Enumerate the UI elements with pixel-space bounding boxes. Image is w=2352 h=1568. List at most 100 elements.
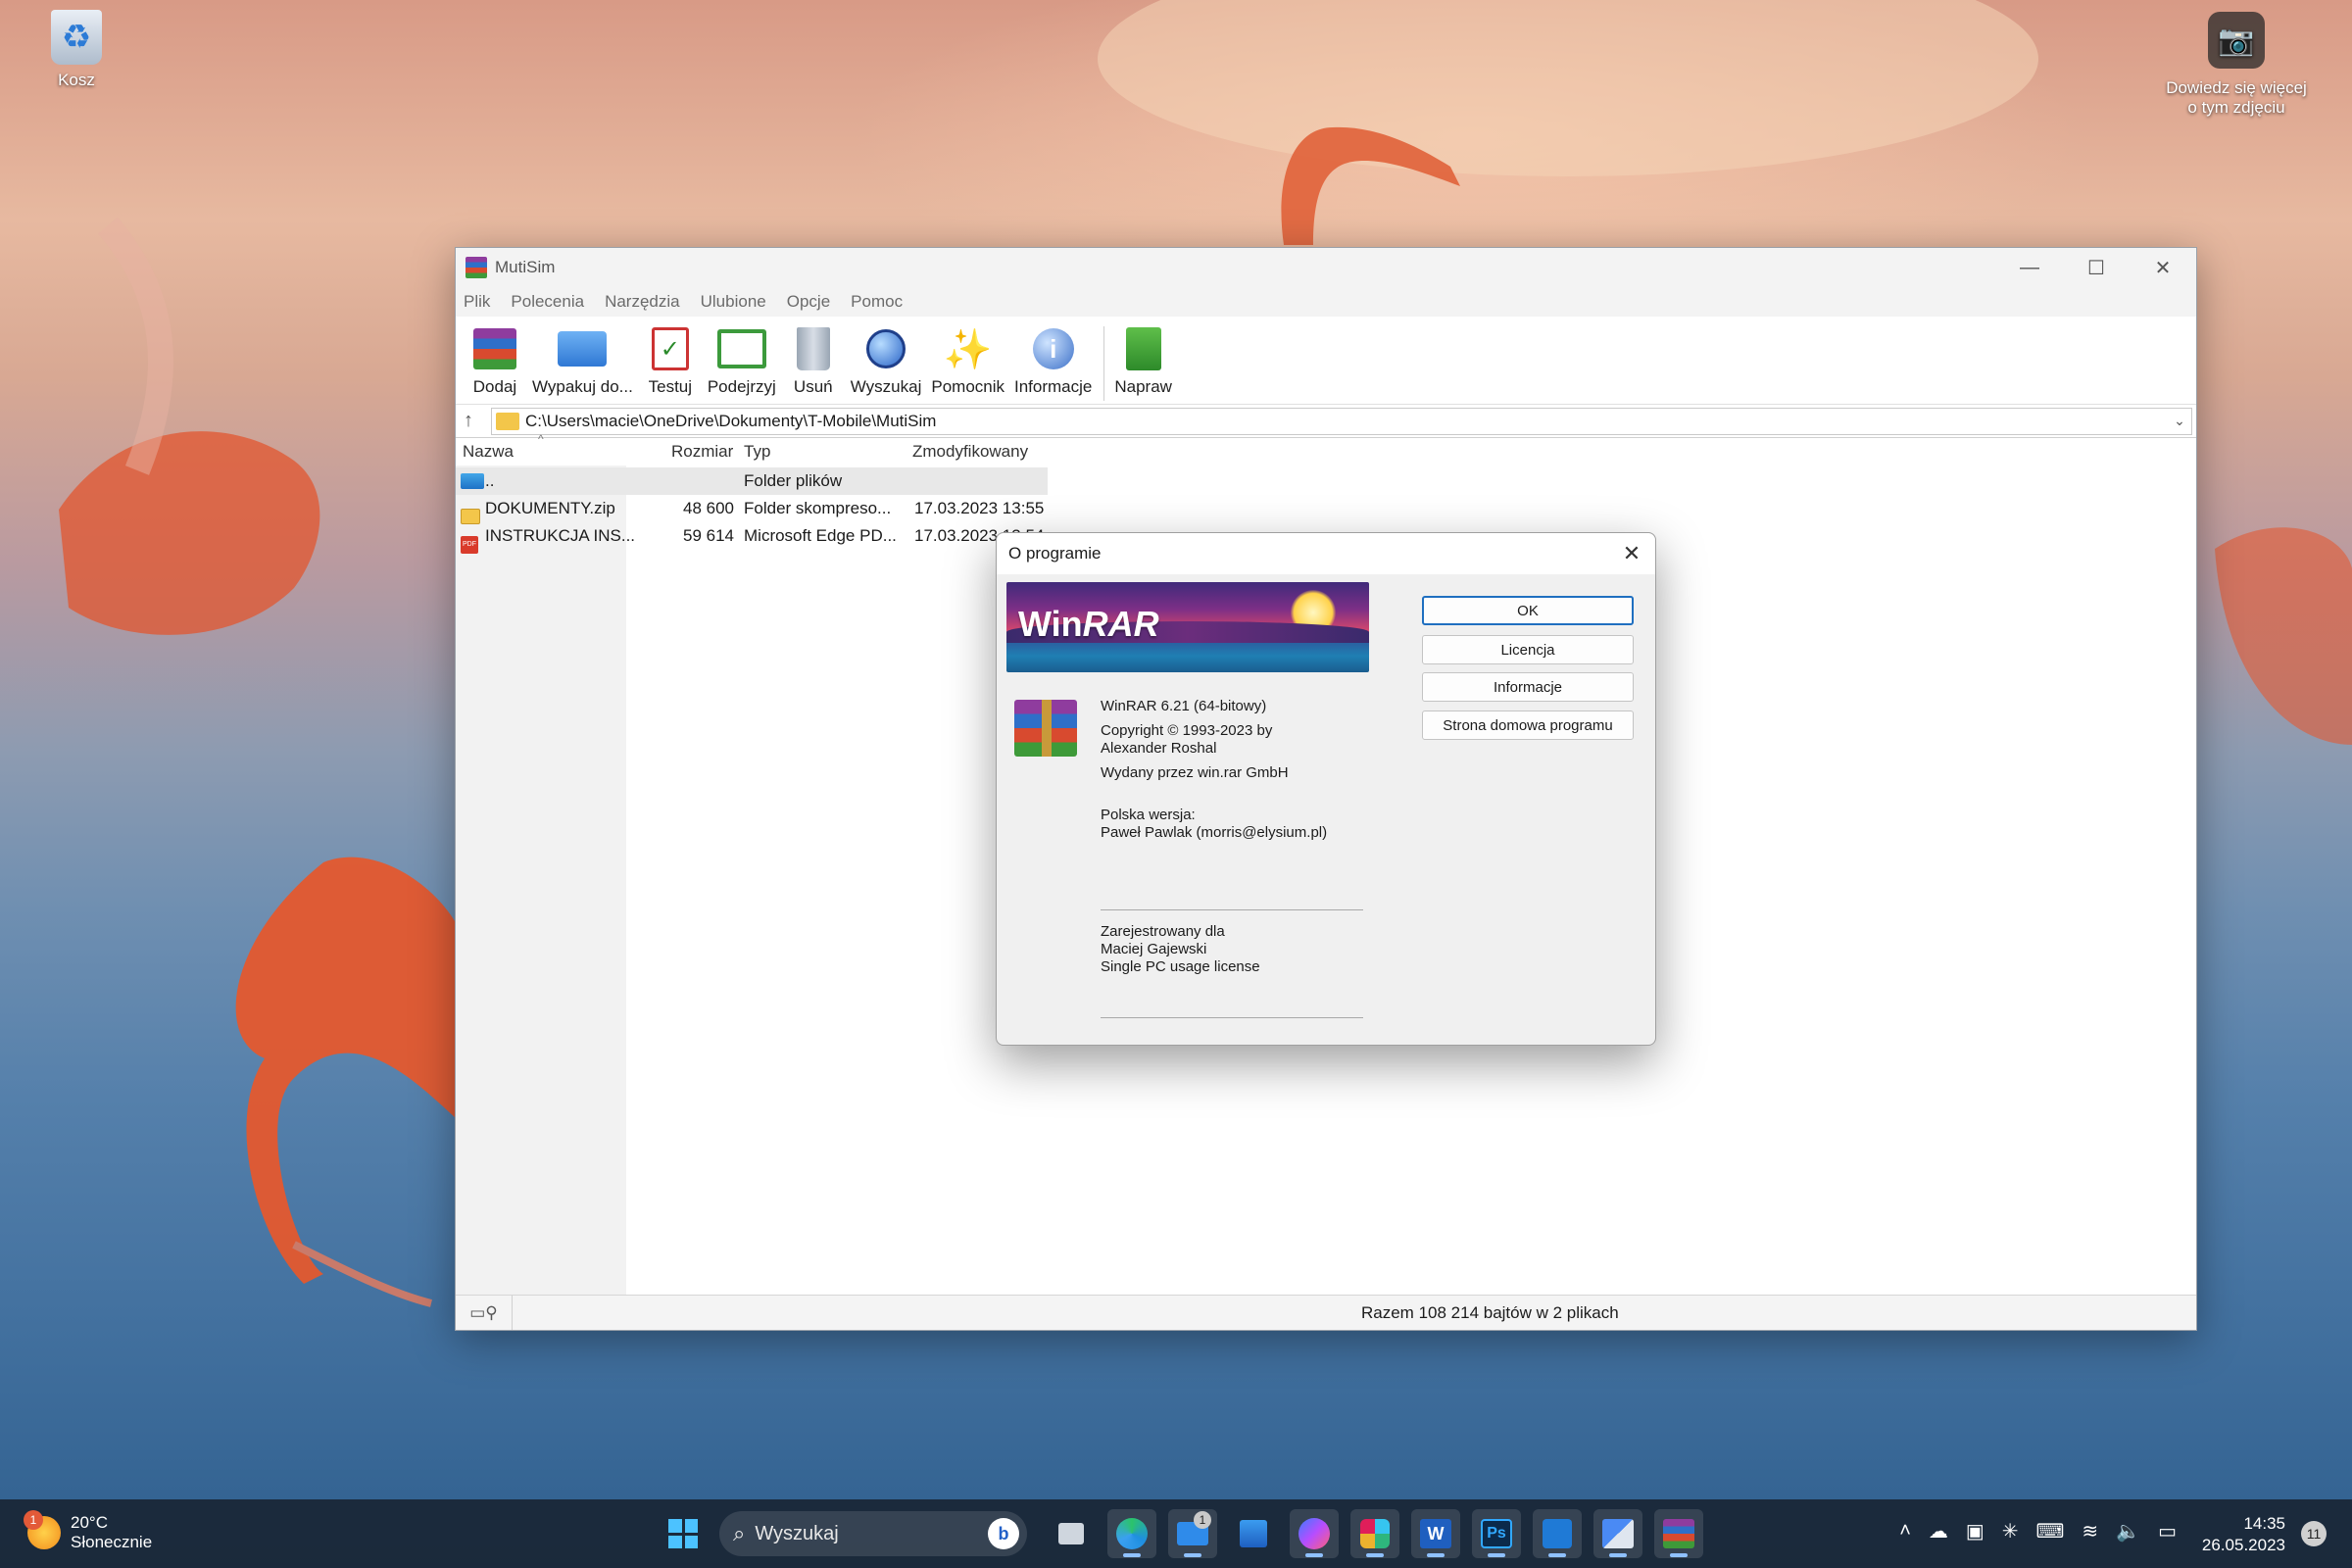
drive-icon[interactable]: ▭⚲ xyxy=(456,1296,513,1330)
polish-translator: Paweł Pawlak (morris@elysium.pl) xyxy=(1101,824,1328,841)
polish-version-label: Polska wersja: xyxy=(1101,807,1196,823)
homepage-button[interactable]: Strona domowa programu xyxy=(1422,710,1634,740)
info-button[interactable]: Informacje xyxy=(1422,672,1634,702)
trello-icon[interactable] xyxy=(1533,1509,1582,1558)
messenger-icon[interactable] xyxy=(1290,1509,1339,1558)
learn-more-line1: Dowiedz się więcej xyxy=(2166,78,2307,97)
task-view-icon[interactable] xyxy=(1047,1509,1096,1558)
menu-polecenia[interactable]: Polecenia xyxy=(511,292,584,312)
copyright-text: Copyright © 1993-2023 by xyxy=(1101,722,1273,739)
translate-icon[interactable] xyxy=(1593,1509,1642,1558)
toolbar-extract-button[interactable]: Wypakuj do... xyxy=(532,322,633,397)
battery-icon[interactable]: ▭ xyxy=(2158,1519,2177,1544)
info-icon: i xyxy=(1026,322,1081,375)
file-type: Folder plików xyxy=(744,471,843,490)
up-arrow-icon[interactable]: ↑ xyxy=(464,410,491,432)
word-icon[interactable]: W xyxy=(1411,1509,1460,1558)
clock[interactable]: 14:35 26.05.2023 xyxy=(2202,1513,2285,1556)
license-button[interactable]: Licencja xyxy=(1422,635,1634,664)
keyboard-icon[interactable]: ⌨ xyxy=(2036,1519,2065,1544)
license-text: Single PC usage license xyxy=(1101,958,1260,975)
bing-icon: b xyxy=(988,1518,1019,1549)
file-modified: 17.03.2023 13:55 xyxy=(914,499,1045,517)
menu-opcje[interactable]: Opcje xyxy=(787,292,830,312)
logo-win: Win xyxy=(1018,604,1083,644)
slack-tray-icon[interactable]: ✳ xyxy=(2002,1519,2019,1544)
author-text: Alexander Roshal xyxy=(1101,740,1217,757)
toolbar-test-button[interactable]: ✓ Testuj xyxy=(643,322,698,397)
winrar-banner: WinRAR xyxy=(1006,582,1369,672)
add-archive-icon xyxy=(467,322,522,375)
menu-ulubione[interactable]: Ulubione xyxy=(701,292,766,312)
toolbar-view-button[interactable]: Podejrzyj xyxy=(708,322,776,397)
ok-button[interactable]: OK xyxy=(1422,596,1634,625)
address-path-text: C:\Users\macie\OneDrive\Dokumenty\T-Mobi… xyxy=(525,411,937,430)
volume-icon[interactable]: 🔈 xyxy=(2116,1519,2140,1544)
toolbar-wizard-label: Pomocnik xyxy=(931,377,1004,396)
weather-desc: Słonecznie xyxy=(71,1533,153,1551)
toolbar-find-button[interactable]: Wyszukaj xyxy=(851,322,921,397)
toolbar-repair-button[interactable]: Napraw xyxy=(1114,322,1172,397)
store-icon[interactable] xyxy=(1229,1509,1278,1558)
toolbar-test-label: Testuj xyxy=(648,377,693,396)
delete-icon xyxy=(786,322,841,375)
learn-more-line2: o tym zdjęciu xyxy=(2187,98,2285,117)
column-header-modified[interactable]: Zmodyfikowany xyxy=(912,442,1028,462)
toolbar-info-label: Informacje xyxy=(1014,377,1093,396)
start-button[interactable] xyxy=(659,1509,708,1558)
chevron-up-icon[interactable]: ˄ xyxy=(1899,1520,1911,1543)
close-button[interactable]: ✕ xyxy=(2130,248,2196,287)
onedrive-icon[interactable]: ☁ xyxy=(1929,1519,1948,1544)
winrar-books-icon xyxy=(1014,700,1077,757)
app-tray-icon[interactable]: ▣ xyxy=(1966,1519,1984,1544)
column-header-type[interactable]: Typ xyxy=(744,442,770,462)
maximize-button[interactable]: ☐ xyxy=(2063,248,2130,287)
toolbar-delete-label: Usuń xyxy=(793,377,833,396)
toolbar: Dodaj Wypakuj do... ✓ Testuj Podejrzyj U… xyxy=(456,317,2196,405)
toolbar-separator xyxy=(1103,326,1105,401)
photoshop-icon[interactable]: Ps xyxy=(1472,1509,1521,1558)
toolbar-repair-label: Napraw xyxy=(1114,377,1172,396)
toolbar-info-button[interactable]: i Informacje xyxy=(1014,322,1092,397)
winrar-app-icon xyxy=(466,257,487,278)
table-row[interactable]: .. Folder plików xyxy=(456,467,1048,495)
mail-icon[interactable]: 1 xyxy=(1168,1509,1217,1558)
learn-about-picture[interactable]: 📷 Dowiedz się więcej o tym zdjęciu xyxy=(2138,12,2334,118)
menu-narzedzia[interactable]: Narzędzia xyxy=(605,292,680,312)
file-list-header: Nazwa ^ Rozmiar Typ Zmodyfikowany xyxy=(456,432,2196,466)
recycle-bin-shortcut[interactable]: ♻ Kosz xyxy=(35,10,118,90)
camera-icon: 📷 xyxy=(2208,12,2265,69)
notification-badge[interactable]: 11 xyxy=(2301,1521,2327,1546)
weather-widget[interactable]: 1 20°C Słonecznie xyxy=(24,1510,153,1552)
registered-name: Maciej Gajewski xyxy=(1101,941,1207,957)
column-header-size[interactable]: Rozmiar xyxy=(671,442,733,462)
chevron-down-icon[interactable]: ⌄ xyxy=(2168,413,2191,429)
folder-icon xyxy=(496,412,519,430)
recycle-bin-label: Kosz xyxy=(58,71,95,89)
publisher-text: Wydany przez win.rar GmbH xyxy=(1101,764,1289,781)
dialog-title-bar[interactable]: O programie ✕ xyxy=(997,533,1655,574)
menu-pomoc[interactable]: Pomoc xyxy=(851,292,903,312)
column-header-name[interactable]: Nazwa xyxy=(463,442,514,462)
dialog-title: O programie xyxy=(1008,544,1102,563)
address-bar: ↑ C:\Users\macie\OneDrive\Dokumenty\T-Mo… xyxy=(456,405,2196,438)
address-path-field[interactable]: C:\Users\macie\OneDrive\Dokumenty\T-Mobi… xyxy=(491,407,2192,435)
table-row[interactable]: DOKUMENTY.zip 48 600 Folder skompreso...… xyxy=(456,495,1048,524)
table-row[interactable]: PDF INSTRUKCJA INS... 59 614 Microsoft E… xyxy=(456,522,1048,554)
minimize-button[interactable]: — xyxy=(1996,248,2063,287)
slack-icon[interactable] xyxy=(1350,1509,1399,1558)
find-icon xyxy=(858,322,913,375)
divider xyxy=(1101,909,1363,910)
search-icon: ⌕ xyxy=(733,1521,746,1545)
toolbar-wizard-button[interactable]: ✨ Pomocnik xyxy=(931,322,1004,397)
taskbar-search[interactable]: ⌕ Wyszukaj b xyxy=(719,1511,1027,1556)
toolbar-add-button[interactable]: Dodaj xyxy=(467,322,522,397)
winrar-taskbar-icon[interactable] xyxy=(1654,1509,1703,1558)
edge-icon[interactable] xyxy=(1107,1509,1156,1558)
toolbar-delete-button[interactable]: Usuń xyxy=(786,322,841,397)
dialog-close-icon[interactable]: ✕ xyxy=(1608,541,1655,566)
wifi-icon[interactable]: ≋ xyxy=(2082,1519,2098,1544)
repair-icon xyxy=(1116,322,1171,375)
menu-plik[interactable]: Plik xyxy=(464,292,490,312)
title-bar[interactable]: MutiSim — ☐ ✕ xyxy=(456,248,2196,287)
